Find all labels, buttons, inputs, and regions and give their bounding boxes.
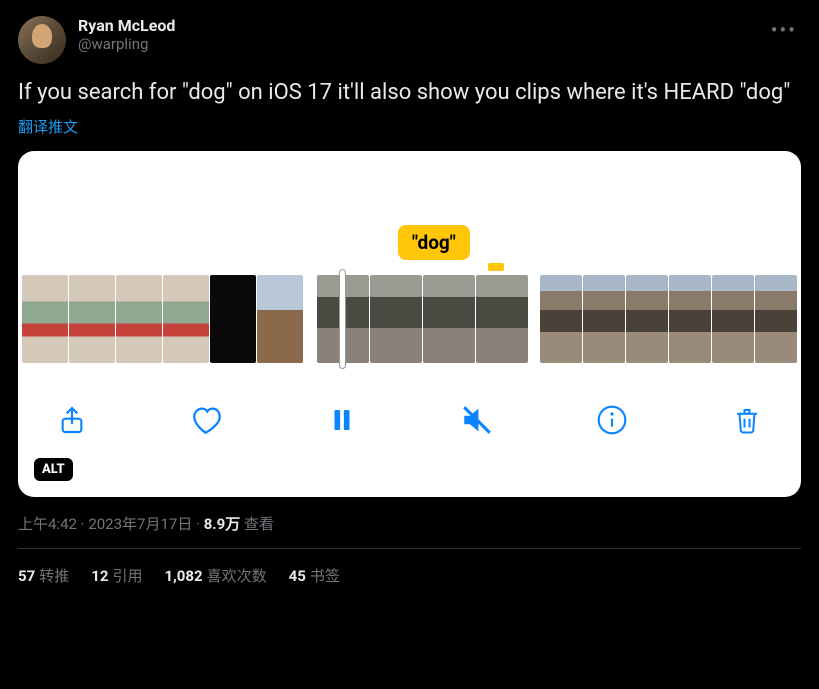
media-toolbar xyxy=(18,385,801,455)
user-handle: @warpling xyxy=(78,35,755,53)
clip-thumbnail[interactable] xyxy=(423,275,475,363)
tweet-meta[interactable]: 上午4:42 · 2023年7月17日 · 8.9万 查看 xyxy=(18,513,801,534)
playhead[interactable] xyxy=(339,269,346,369)
likes-label: 喜欢次数 xyxy=(207,567,267,585)
translate-link[interactable]: 翻译推文 xyxy=(18,116,801,137)
clip-thumbnail[interactable] xyxy=(583,275,625,363)
clip-thumbnail[interactable] xyxy=(712,275,754,363)
avatar[interactable] xyxy=(18,16,66,64)
likes-count: 1,082 xyxy=(164,567,202,585)
current-clip-group[interactable] xyxy=(317,275,528,363)
tweet-container: Ryan McLeod @warpling ••• If you search … xyxy=(0,0,819,586)
tweet-time: 上午4:42 xyxy=(18,515,77,533)
clip-thumbnail[interactable] xyxy=(116,275,162,363)
info-icon[interactable] xyxy=(590,398,634,442)
tweet-text: If you search for "dog" on iOS 17 it'll … xyxy=(18,78,801,108)
search-match-tag: "dog" xyxy=(398,225,470,260)
pause-icon[interactable] xyxy=(320,398,364,442)
quotes-stat[interactable]: 12引用 xyxy=(91,565,142,586)
heart-icon[interactable] xyxy=(185,398,229,442)
clip-thumbnail[interactable] xyxy=(476,275,528,363)
bookmarks-count: 45 xyxy=(289,567,306,585)
clip-thumbnail[interactable] xyxy=(669,275,711,363)
stats-row: 57转推 12引用 1,082 喜欢次数 45书签 xyxy=(18,549,801,586)
likes-stat[interactable]: 1,082 喜欢次数 xyxy=(164,565,266,586)
views-label: 查看 xyxy=(244,515,274,533)
video-timeline[interactable] xyxy=(18,275,801,363)
clip-thumbnail[interactable] xyxy=(69,275,115,363)
clip-thumbnail[interactable] xyxy=(626,275,668,363)
retweets-stat[interactable]: 57转推 xyxy=(18,565,69,586)
clip-thumbnail[interactable] xyxy=(210,275,256,363)
quotes-label: 引用 xyxy=(112,567,142,585)
quotes-count: 12 xyxy=(91,567,108,585)
retweets-count: 57 xyxy=(18,567,35,585)
more-icon[interactable]: ••• xyxy=(767,16,801,44)
clip-thumbnail[interactable] xyxy=(22,275,68,363)
clip-thumbnail[interactable] xyxy=(163,275,209,363)
clip-thumbnail[interactable] xyxy=(257,275,303,363)
alt-badge[interactable]: ALT xyxy=(34,458,73,481)
clip-thumbnail[interactable] xyxy=(755,275,797,363)
trash-icon[interactable] xyxy=(725,398,769,442)
share-icon[interactable] xyxy=(50,398,94,442)
tweet-date: 2023年7月17日 xyxy=(88,515,192,533)
display-name: Ryan McLeod xyxy=(78,16,755,35)
media-card[interactable]: "dog" xyxy=(18,151,801,497)
playhead-marker xyxy=(488,263,504,271)
tweet-header: Ryan McLeod @warpling ••• xyxy=(18,16,801,64)
bookmarks-label: 书签 xyxy=(310,567,340,585)
user-block[interactable]: Ryan McLeod @warpling xyxy=(78,16,755,53)
views-count: 8.9万 xyxy=(204,515,241,533)
mute-icon[interactable] xyxy=(455,398,499,442)
bookmarks-stat[interactable]: 45书签 xyxy=(289,565,340,586)
clip-thumbnail[interactable] xyxy=(370,275,422,363)
clip-thumbnail[interactable] xyxy=(540,275,582,363)
retweets-label: 转推 xyxy=(39,567,69,585)
